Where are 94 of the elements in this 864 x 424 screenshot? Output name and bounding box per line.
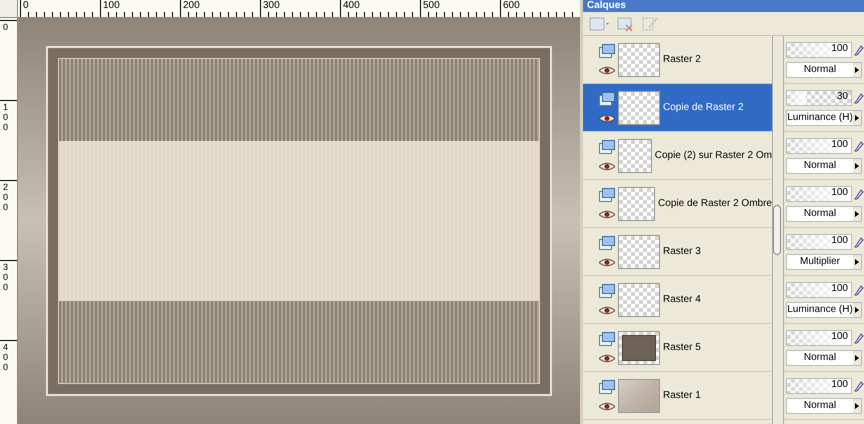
panel-title: Calques — [587, 1, 626, 11]
layer-name: Raster 4 — [663, 293, 701, 307]
pen-icon[interactable] — [854, 44, 864, 56]
pen-icon[interactable] — [854, 236, 864, 248]
ruler-label: 0 — [23, 1, 29, 11]
blend-mode-dropdown[interactable]: Normal — [786, 158, 862, 174]
opacity-slider[interactable]: 100 — [786, 282, 852, 298]
layer-name: Raster 5 — [663, 341, 701, 355]
ruler-label: 300 — [3, 263, 10, 293]
layer-icon[interactable] — [599, 140, 615, 154]
opacity-slider[interactable]: 100 — [786, 42, 852, 58]
eye-icon[interactable] — [599, 306, 615, 315]
opacity-value: 100 — [831, 284, 848, 294]
pen-icon[interactable] — [854, 332, 864, 344]
opacity-slider[interactable]: 100 — [786, 186, 852, 202]
opacity-value: 100 — [831, 332, 848, 342]
eye-icon[interactable] — [599, 114, 615, 123]
opacity-value: 30 — [836, 92, 848, 102]
pen-icon[interactable] — [854, 140, 864, 152]
layer-thumbnail — [618, 138, 652, 172]
opacity-value: 100 — [831, 380, 848, 390]
caret-icon — [853, 254, 861, 268]
ruler-label: 500 — [423, 1, 440, 11]
ruler-label: 100 — [3, 103, 10, 133]
layer-name: Raster 3 — [663, 245, 701, 259]
opacity-slider[interactable]: 100 — [786, 378, 852, 394]
opacity-value: 100 — [831, 140, 848, 150]
layer-thumbnail — [618, 282, 660, 316]
layer-thumbnail — [618, 90, 660, 124]
layer-row[interactable]: Copie de Raster 2 Ombre — [583, 180, 772, 228]
opacity-value: 100 — [831, 236, 848, 246]
layer-row[interactable]: Raster 2 — [583, 36, 772, 84]
layer-name: Raster 2 — [663, 53, 701, 67]
layer-row[interactable]: Raster 1 — [583, 372, 772, 420]
caret-icon — [853, 398, 861, 412]
eye-icon[interactable] — [599, 210, 615, 219]
layer-thumbnail — [618, 186, 656, 220]
pen-icon[interactable] — [854, 188, 864, 200]
caret-icon — [853, 62, 861, 76]
ruler-label: 200 — [3, 183, 10, 213]
opacity-slider[interactable]: 100 — [786, 330, 852, 346]
caret-icon — [853, 350, 861, 364]
layer-icon[interactable] — [599, 44, 615, 58]
layer-icon[interactable] — [599, 236, 615, 250]
layer-icon[interactable] — [599, 188, 615, 202]
ruler-label: 200 — [183, 1, 200, 11]
eye-icon[interactable] — [599, 162, 615, 171]
layer-row[interactable]: Copie de Raster 2 — [583, 84, 772, 132]
layer-name: Copie de Raster 2 — [663, 101, 744, 115]
layer-icon[interactable] — [599, 284, 615, 298]
layer-thumbnail — [618, 330, 660, 364]
eye-icon[interactable] — [599, 258, 615, 267]
pen-icon[interactable] — [854, 92, 864, 104]
layer-icon[interactable] — [599, 332, 615, 346]
blend-mode-dropdown[interactable]: Normal — [786, 350, 862, 366]
caret-icon — [853, 206, 861, 220]
opacity-slider[interactable]: 100 — [786, 138, 852, 154]
ruler-label: 600 — [503, 1, 520, 11]
caret-icon — [853, 302, 861, 316]
blend-mode-dropdown[interactable]: Normal — [786, 62, 862, 78]
caret-icon — [853, 158, 861, 172]
ruler-label: 400 — [3, 343, 10, 373]
blend-mode-dropdown[interactable]: Normal — [786, 398, 862, 414]
opacity-slider[interactable]: 100 — [786, 234, 852, 250]
layer-name: Raster 1 — [663, 389, 701, 403]
eye-icon[interactable] — [599, 66, 615, 75]
ruler-label: 0 — [3, 23, 10, 33]
opacity-value: 100 — [831, 44, 848, 54]
layer-row[interactable]: Raster 4 — [583, 276, 772, 324]
ruler-label: 100 — [103, 1, 120, 11]
blend-mode-dropdown[interactable]: Normal — [786, 206, 862, 222]
layer-row[interactable]: Raster 5 — [583, 324, 772, 372]
layer-name: Copie de Raster 2 Ombre — [658, 197, 772, 211]
layer-row[interactable]: Raster 3 — [583, 228, 772, 276]
layer-icon[interactable] — [599, 92, 615, 106]
layer-name: Copie (2) sur Raster 2 Om — [654, 149, 772, 163]
pen-icon[interactable] — [854, 380, 864, 392]
ruler-label: 400 — [343, 1, 360, 11]
caret-icon — [853, 110, 861, 124]
layer-row[interactable]: Copie (2) sur Raster 2 Om — [583, 132, 772, 180]
scrollbar-thumb[interactable] — [773, 205, 781, 255]
layer-thumbnail — [618, 234, 660, 268]
eye-icon[interactable] — [599, 402, 615, 411]
pen-icon[interactable] — [854, 284, 864, 296]
ruler-label: 300 — [263, 1, 280, 11]
blend-mode-dropdown[interactable]: Luminance (H) — [786, 110, 862, 126]
layer-thumbnail — [618, 378, 660, 412]
layer-thumbnail — [618, 42, 660, 76]
opacity-slider[interactable]: 30 — [786, 90, 852, 106]
eye-icon[interactable] — [599, 354, 615, 363]
opacity-value: 100 — [831, 188, 848, 198]
layer-icon[interactable] — [599, 380, 615, 394]
blend-mode-dropdown[interactable]: Luminance (H) — [786, 302, 862, 318]
blend-mode-dropdown[interactable]: Multiplier — [786, 254, 862, 270]
